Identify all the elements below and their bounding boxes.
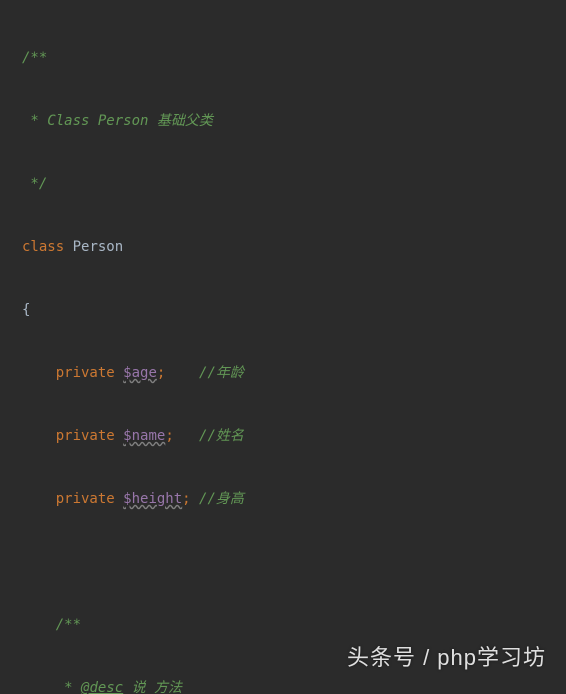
doc-text: 说 方法 [123, 680, 182, 694]
code-line: private $name; //姓名 [22, 426, 566, 447]
code-line: */ [22, 174, 566, 195]
var-name: $name [123, 428, 165, 444]
doc-tag-desc: @desc [81, 680, 123, 694]
comment-name: //姓名 [199, 428, 244, 444]
class-keyword: class [22, 239, 64, 255]
code-line: /** [22, 615, 566, 636]
code-line: * @desc 说 方法 [22, 678, 566, 694]
code-line: class Person [22, 237, 566, 258]
private-keyword: private [22, 365, 123, 381]
code-line: private $age; //年龄 [22, 363, 566, 384]
code-line [22, 552, 566, 573]
code-area[interactable]: /** * Class Person 基础父类 */ class Person … [18, 0, 566, 694]
private-keyword: private [22, 491, 123, 507]
var-age: $age [123, 365, 157, 381]
code-line: * Class Person 基础父类 [22, 111, 566, 132]
semi: ; [182, 491, 199, 507]
open-brace: { [22, 302, 30, 318]
private-keyword: private [22, 428, 123, 444]
semi: ; [157, 365, 199, 381]
code-line: /** [22, 48, 566, 69]
comment-height: //身高 [199, 491, 244, 507]
doc-comment-close: */ [22, 176, 47, 192]
doc-comment-open: /** [22, 50, 47, 66]
code-editor[interactable]: /** * Class Person 基础父类 */ class Person … [0, 0, 566, 694]
comment-age: //年龄 [199, 365, 244, 381]
semi: ; [165, 428, 199, 444]
code-line: { [22, 300, 566, 321]
code-line: private $height; //身高 [22, 489, 566, 510]
class-name: Person [64, 239, 123, 255]
gutter [0, 0, 18, 694]
var-height: $height [123, 491, 182, 507]
watermark: 头条号 / php学习坊 [347, 641, 546, 674]
doc-comment-open: /** [22, 617, 81, 633]
doc-comment-desc: * Class Person 基础父类 [22, 113, 213, 129]
doc-star: * [22, 680, 81, 694]
